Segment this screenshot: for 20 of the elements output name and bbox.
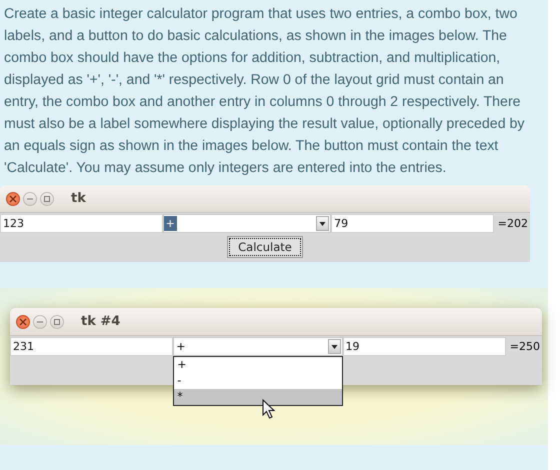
close-icon[interactable] [6, 192, 20, 206]
input-field[interactable]: 231 [10, 337, 174, 356]
input-field[interactable]: 19 [342, 337, 506, 356]
result-label: =250 [508, 340, 541, 353]
input-field[interactable]: 79 [331, 214, 494, 233]
close-icon[interactable] [16, 314, 30, 328]
dropdown-option[interactable]: * [174, 389, 342, 405]
dropdown-option[interactable]: + [174, 357, 342, 373]
input-field[interactable]: 123 [0, 214, 163, 233]
window-title: tk #4 [81, 314, 120, 329]
result-label: =202 [496, 217, 529, 230]
combo-box[interactable]: + [162, 214, 332, 233]
minimize-icon[interactable] [33, 314, 47, 328]
maximize-icon[interactable] [40, 192, 54, 206]
maximize-icon[interactable] [50, 314, 64, 328]
minimize-icon[interactable] [23, 192, 37, 206]
instructions-text: Create a basic integer calculator program that uses two entries, a combo box, two labels, and a button to do basic calculations, as shown in the images below. The combo box should have the options for addition, subtraction, and multiplication, displayed as '+', '-', and '*' respectively. Row 0 of the layout grid must contain an entry, the combo box and another entry in columns 0 through 2 respectively. There must also be a label somewhere displaying the result value, optionally preceded by an equals sign as shown in the images below. The button must contain the text 'Calculate'. You may assume only integers are entered into the entries. [3, 5, 526, 178]
window-title: tk [71, 191, 86, 206]
dropdown-option[interactable]: - [174, 373, 342, 389]
calculate-button[interactable]: Calculate [227, 236, 303, 258]
